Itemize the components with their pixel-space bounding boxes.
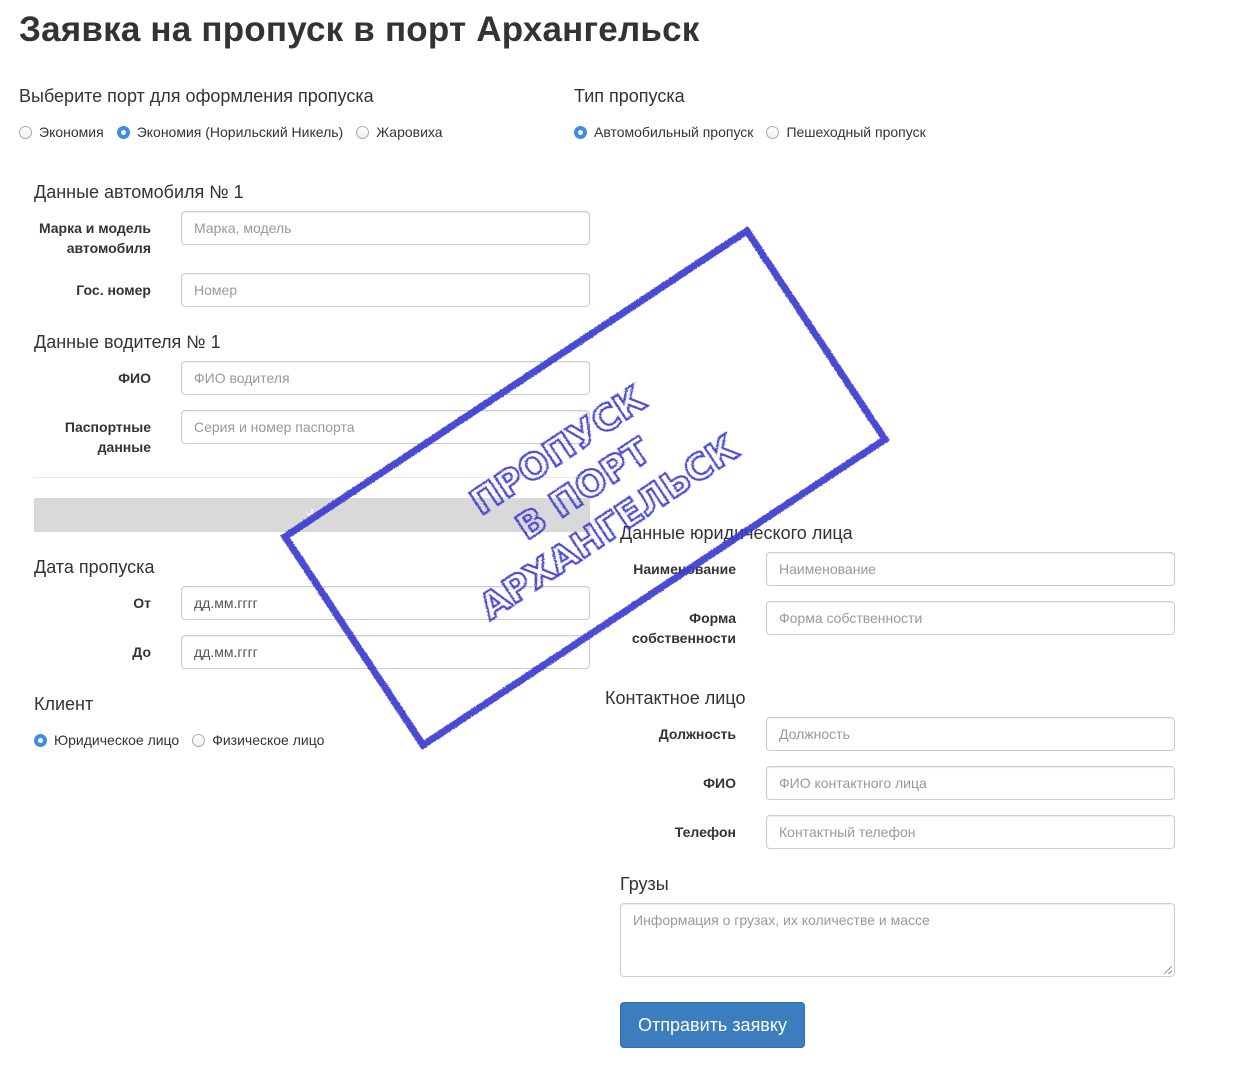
pass-type-pedestrian[interactable]: Пешеходный пропуск [766,124,926,140]
driver-passport-input[interactable]: Серия и номер паспорта [181,410,590,444]
driver-passport-label-line2: данные [97,439,151,455]
date-from-label: От [133,595,151,611]
vehicle-make-label-line1: Марка и модель [38,220,151,236]
radio-checked-icon [574,125,587,139]
cargo-placeholder: Информация о грузах, их количестве и мас… [633,912,930,928]
contact-position-input[interactable]: Должность [766,717,1175,751]
add-driver-button[interactable]: + [34,498,590,532]
pass-type-radio-group: Автомобильный пропуск Пешеходный пропуск [574,124,939,140]
port-radio-group: Экономия Экономия (Норильский Никель) Жа… [19,124,456,140]
driver-passport-label-line1: Паспортные [64,419,151,435]
vehicle-make-label-line2: автомобиля [66,240,151,256]
pass-type-heading: Тип пропуска [574,86,685,106]
port-option-ekonomiya-nornickel[interactable]: Экономия (Норильский Никель) [116,124,344,140]
ownership-input[interactable]: Форма собственности [766,601,1175,635]
vehicle-make-input[interactable]: Марка, модель [181,211,590,245]
vehicle-plate-input[interactable]: Номер [181,273,590,307]
port-option-label: Экономия [39,124,104,140]
client-option-legal[interactable]: Юридическое лицо [34,732,179,748]
ownership-label-line2: собственности [631,630,736,646]
client-heading: Клиент [34,694,94,714]
contact-name-label: ФИО [703,775,736,791]
legal-entity-heading: Данные юридического лица [620,523,853,543]
legal-name-input[interactable]: Наименование [766,552,1175,586]
resize-grip-icon[interactable] [1164,966,1172,974]
radio-unchecked-icon [356,125,370,139]
pass-type-label: Пешеходный пропуск [786,124,926,140]
radio-unchecked-icon [766,125,780,139]
driver-passport-label: Паспортные данные [20,417,151,457]
client-radio-group: Юридическое лицо Физическое лицо [34,732,337,748]
page-title: Заявка на пропуск в порт Архангельск [19,10,700,49]
cargo-heading: Грузы [620,874,669,894]
driver-name-input[interactable]: ФИО водителя [181,361,590,395]
client-option-individual[interactable]: Физическое лицо [192,732,324,748]
radio-unchecked-icon [192,733,206,747]
pass-type-vehicle[interactable]: Автомобильный пропуск [574,124,753,140]
client-option-label: Физическое лицо [212,732,325,748]
port-option-zharovikha[interactable]: Жаровиха [356,124,443,140]
pass-dates-heading: Дата пропуска [34,557,155,577]
radio-checked-icon [34,733,47,747]
vehicle-make-label: Марка и модель автомобиля [20,218,151,258]
date-from-input[interactable]: дд.мм.гггг [181,586,590,620]
radio-checked-icon [116,125,130,139]
submit-button[interactable]: Отправить заявку [620,1002,805,1048]
driver-heading: Данные водителя № 1 [34,332,221,352]
driver-name-label: ФИО [118,370,151,386]
date-to-input[interactable]: дд.мм.гггг [181,635,590,669]
vehicle-plate-label: Гос. номер [76,282,151,298]
port-heading: Выберите порт для оформления пропуска [19,86,374,106]
contact-name-input[interactable]: ФИО контактного лица [766,766,1175,800]
contact-heading: Контактное лицо [605,688,746,708]
radio-unchecked-icon [19,125,32,139]
vehicle-heading: Данные автомобиля № 1 [34,182,244,202]
port-option-label: Экономия (Норильский Никель) [136,124,344,140]
date-to-label: До [132,644,151,660]
divider [34,477,590,478]
contact-phone-label: Телефон [674,824,736,840]
port-option-ekonomiya[interactable]: Экономия [19,124,104,140]
pass-type-label: Автомобильный пропуск [594,124,754,140]
contact-position-label: Должность [658,726,736,742]
port-option-label: Жаровиха [376,124,443,140]
client-option-label: Юридическое лицо [54,732,180,748]
contact-phone-input[interactable]: Контактный телефон [766,815,1175,849]
ownership-label: Форма собственности [600,608,736,648]
legal-name-label: Наименование [633,561,736,577]
cargo-textarea[interactable]: Информация о грузах, их количестве и мас… [620,903,1175,977]
ownership-label-line1: Форма [689,610,736,626]
